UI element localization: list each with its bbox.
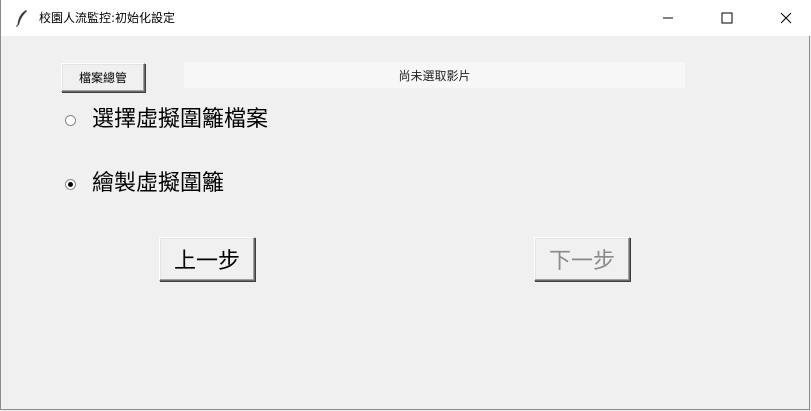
feather-icon <box>15 9 29 27</box>
minimize-button[interactable] <box>645 0 691 36</box>
radio-dot <box>68 181 73 187</box>
file-explorer-button[interactable]: 檔案總管 <box>61 63 145 92</box>
minimize-icon <box>662 9 674 28</box>
radio-draw-fence[interactable]: 繪製虛擬圍籬 <box>65 168 224 200</box>
video-status-label: 尚未選取影片 <box>184 62 685 88</box>
maximize-icon <box>721 9 733 28</box>
close-icon <box>780 9 792 28</box>
radio-select-fence-file[interactable]: 選擇虛擬圍籬檔案 <box>65 104 268 136</box>
maximize-button[interactable] <box>704 0 750 36</box>
radio-label: 選擇虛擬圍籬檔案 <box>92 107 269 132</box>
app-window: 校園人流監控:初始化設定 檔案總管 尚未選取影片 選擇虛擬圍籬檔案 繪製虛擬圍籬… <box>0 0 811 410</box>
close-button[interactable] <box>763 0 809 36</box>
title-bar[interactable]: 校園人流監控:初始化設定 <box>1 0 811 36</box>
radio-button[interactable] <box>65 114 76 126</box>
previous-step-button[interactable]: 上一步 <box>159 237 255 281</box>
radio-label: 繪製虛擬圍籬 <box>92 171 225 196</box>
radio-button-selected[interactable] <box>65 178 76 190</box>
next-step-button[interactable]: 下一步 <box>534 237 630 281</box>
window-title: 校園人流監控:初始化設定 <box>39 11 176 25</box>
